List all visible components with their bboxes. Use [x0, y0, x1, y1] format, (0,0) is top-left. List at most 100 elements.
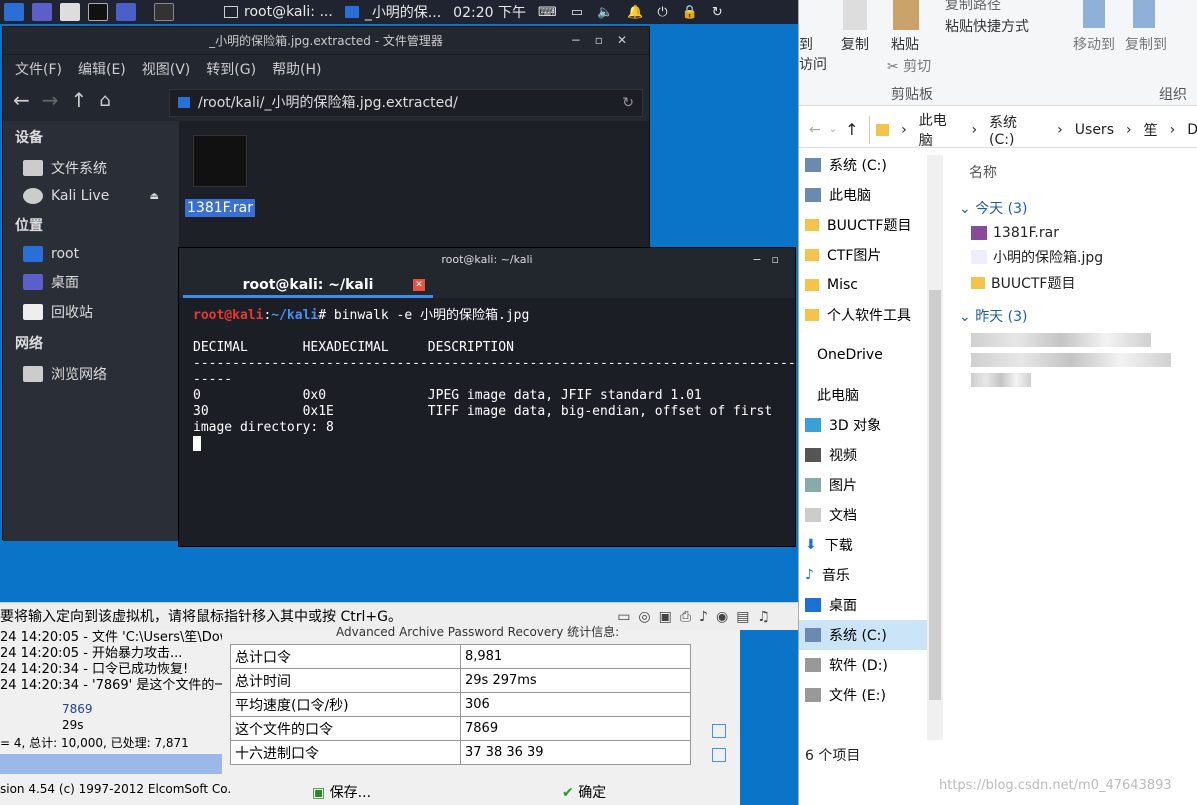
task-file-manager[interactable]: _小明的保...: [339, 0, 447, 24]
nav-item[interactable]: 文件 (E:): [799, 680, 943, 710]
eject-icon[interactable]: ⏏: [150, 191, 159, 202]
display-icon[interactable]: ▭: [571, 5, 583, 20]
drive-icon: [805, 658, 821, 672]
file-item[interactable]: 1381F.rar: [955, 222, 1197, 244]
copy-path-button[interactable]: 复制路径: [945, 0, 1001, 14]
menu-view[interactable]: 视图(V): [142, 59, 191, 79]
up-nav-icon[interactable]: ↑: [845, 120, 858, 139]
nav-item[interactable]: ♪ 音乐: [799, 560, 943, 590]
up-icon[interactable]: ↑: [71, 88, 88, 112]
window-icon[interactable]: [154, 3, 174, 21]
terminal-tab-bar: root@kali: ~/kali ✕: [179, 272, 795, 298]
nav-item[interactable]: 桌面: [799, 590, 943, 620]
scroll-thumb[interactable]: [929, 290, 941, 700]
ok-button[interactable]: ✔ 确定: [562, 782, 606, 802]
file-label[interactable]: 1381F.rar: [185, 199, 255, 217]
move-to-button[interactable]: 移动到: [1073, 34, 1115, 54]
address-bar[interactable]: ← ⌄ ↑ › 此电脑 › 系统 (C:) › Users › 笙 › D: [799, 110, 1197, 150]
sidebar-item-trash[interactable]: 回收站: [3, 297, 179, 327]
prompt-path: ~/kali: [271, 308, 319, 323]
nav-item[interactable]: 图片: [799, 470, 943, 500]
terminal-controls[interactable]: −▫: [752, 248, 789, 272]
copy-icon[interactable]: [712, 748, 726, 762]
nav-item[interactable]: 文档: [799, 500, 943, 530]
3d-icon: [805, 418, 821, 432]
nav-item[interactable]: CTF图片: [799, 240, 943, 270]
nav-item[interactable]: ⬇ 下载: [799, 530, 943, 560]
reload-icon[interactable]: ↻: [622, 90, 634, 116]
workspace-icon[interactable]: [32, 3, 52, 21]
file-item[interactable]: 小明的保险箱.jpg: [955, 244, 1197, 270]
logout-icon[interactable]: ↻: [712, 5, 723, 20]
paste-button[interactable]: 粘贴: [891, 34, 919, 54]
task-terminal[interactable]: root@kali: ...: [218, 0, 339, 24]
breadcrumb-item[interactable]: 笙: [1144, 120, 1158, 140]
ribbon-to[interactable]: 到: [799, 34, 813, 54]
nav-item[interactable]: BUUCTF题目: [799, 210, 943, 240]
terminal-tab[interactable]: root@kali: ~/kali: [183, 272, 433, 298]
power-icon[interactable]: ⏻: [657, 5, 667, 20]
blurred-item: [955, 330, 1197, 350]
menu-file[interactable]: 文件(F): [15, 59, 62, 79]
tab-label: root@kali: ~/kali: [242, 277, 374, 293]
menu-edit[interactable]: 编辑(E): [78, 59, 126, 79]
ok-label: 确定: [578, 785, 607, 801]
nav-item[interactable]: 视频: [799, 440, 943, 470]
terminal-icon[interactable]: [88, 3, 108, 21]
nav-item[interactable]: Misc: [799, 270, 943, 300]
screen-icon[interactable]: [116, 3, 136, 21]
breadcrumb-item[interactable]: D: [1187, 122, 1197, 138]
nav-item-selected[interactable]: 系统 (C:): [799, 620, 943, 650]
lock-icon[interactable]: 🔒: [682, 5, 698, 20]
forward-icon[interactable]: →: [42, 88, 59, 112]
copy-to-button[interactable]: 复制到: [1125, 34, 1167, 54]
file-manager-icon[interactable]: [60, 3, 80, 21]
breadcrumb-item[interactable]: 系统 (C:): [989, 112, 1045, 148]
nav-item[interactable]: 软件 (D:): [799, 650, 943, 680]
stat-key: 这个文件的口令: [230, 716, 461, 741]
path-bar[interactable]: /root/kali/_小明的保险箱.jpg.extracted/ ↻: [169, 89, 643, 117]
terminal-output[interactable]: root@kali:~/kali# binwalk -e 小明的保险箱.jpg …: [179, 298, 819, 462]
nav-item[interactable]: 此电脑: [799, 180, 943, 210]
column-header-name[interactable]: 名称: [955, 150, 1197, 194]
nav-item[interactable]: 3D 对象: [799, 410, 943, 440]
sidebar-item-network[interactable]: 浏览网络: [3, 359, 179, 389]
notification-icon[interactable]: 🔔: [627, 5, 643, 20]
group-yesterday[interactable]: ⌄ 昨天 (3): [955, 302, 1197, 330]
output-line: 0 0x0 JPEG image data, JFIF standard 1.0…: [193, 388, 702, 403]
nav-item[interactable]: 个人软件工具: [799, 300, 943, 330]
keyboard-icon[interactable]: ⌨: [538, 5, 557, 20]
save-button[interactable]: ▣ 保存...: [312, 782, 371, 802]
explorer-content: 名称 ⌄ 今天 (3) 1381F.rar 小明的保险箱.jpg BUUCTF题…: [955, 150, 1197, 750]
volume-icon[interactable]: 🔈: [597, 5, 613, 20]
menu-help[interactable]: 帮助(H): [272, 59, 321, 79]
home-icon[interactable]: ⌂: [99, 90, 110, 111]
sidebar-item-filesystem[interactable]: 文件系统: [3, 153, 179, 183]
sidebar-item-kali-live[interactable]: Kali Live ⏏: [3, 183, 179, 209]
group-today[interactable]: ⌄ 今天 (3): [955, 194, 1197, 222]
nav-item[interactable]: 此电脑: [799, 380, 943, 410]
file-item[interactable]: BUUCTF题目: [955, 270, 1197, 296]
vm-device-icons[interactable]: ▭◎▣⎙♪◉▤♫: [617, 603, 778, 631]
sidebar-item-desktop[interactable]: 桌面: [3, 267, 179, 297]
dropdown-icon[interactable]: ⌄: [829, 124, 837, 135]
rar-file-icon[interactable]: [193, 135, 247, 187]
breadcrumb-item[interactable]: 此电脑: [919, 110, 960, 150]
copy-icon[interactable]: [712, 724, 726, 738]
nav-item[interactable]: OneDrive: [799, 340, 943, 370]
menu-go[interactable]: 转到(G): [206, 59, 256, 79]
back-icon[interactable]: ←: [13, 88, 30, 112]
clock[interactable]: 02:20 下午: [447, 0, 532, 24]
nav-scrollbar[interactable]: [927, 155, 943, 740]
paste-shortcut-button[interactable]: 粘贴快捷方式: [945, 16, 1029, 36]
nav-item[interactable]: 系统 (C:): [799, 150, 943, 180]
ribbon-access[interactable]: 访问: [799, 54, 827, 74]
cut-button[interactable]: ✂ 剪切: [887, 56, 931, 76]
status-text: 6 个项目: [805, 748, 861, 764]
breadcrumb-item[interactable]: Users: [1075, 122, 1114, 138]
kali-menu-icon[interactable]: [4, 3, 24, 21]
copy-button[interactable]: 复制: [841, 34, 869, 54]
window-controls[interactable]: −▫✕: [571, 33, 641, 47]
sidebar-item-root[interactable]: root: [3, 241, 179, 267]
back-nav-icon[interactable]: ←: [809, 122, 821, 138]
